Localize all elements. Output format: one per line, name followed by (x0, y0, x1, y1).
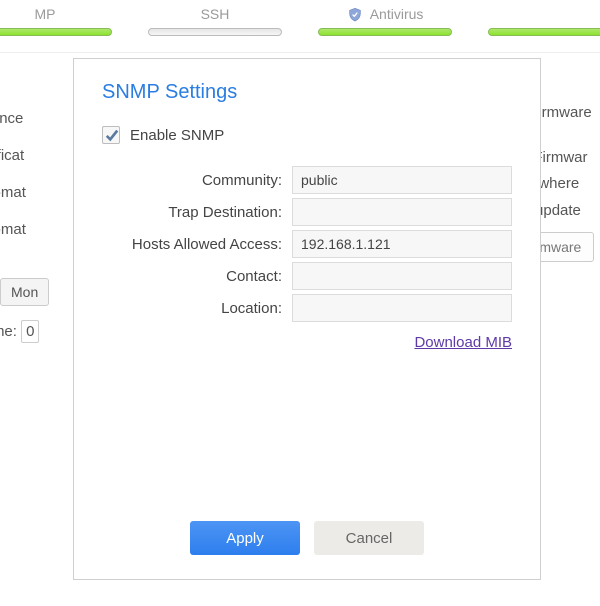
enable-snmp-label: Enable SNMP (130, 127, 224, 144)
sidebar-item[interactable]: Automat (0, 174, 80, 211)
hosts-allowed-label: Hosts Allowed Access: (102, 236, 292, 253)
tab-antivirus[interactable]: Antivirus (310, 0, 460, 50)
service-tabs: MP SSH Antivirus (0, 0, 600, 50)
community-input[interactable] (292, 166, 512, 194)
community-label: Community: (102, 172, 292, 189)
tab-snmp[interactable]: MP (0, 0, 120, 50)
sidebar-item[interactable]: Notificat (0, 137, 80, 174)
divider (0, 52, 600, 53)
time-label: Time: (0, 323, 17, 340)
time-input[interactable]: 0 (21, 320, 39, 343)
status-bar (488, 28, 600, 36)
hosts-allowed-input[interactable] (292, 230, 512, 258)
status-bar (0, 28, 112, 36)
snmp-settings-dialog: SNMP Settings Enable SNMP Community: Tra… (73, 58, 541, 580)
sidebar-partial: tenance Notificat Automat Automat (0, 100, 80, 248)
sidebar-item[interactable]: tenance (0, 100, 80, 137)
cancel-button[interactable]: Cancel (314, 521, 424, 555)
contact-label: Contact: (102, 268, 292, 285)
apply-button[interactable]: Apply (190, 521, 300, 555)
tab-ssh[interactable]: SSH (140, 0, 290, 50)
location-label: Location: (102, 300, 292, 317)
contact-input[interactable] (292, 262, 512, 290)
download-mib-link[interactable]: Download MIB (414, 334, 512, 351)
day-selector: Mon (0, 278, 49, 306)
trap-destination-label: Trap Destination: (102, 204, 292, 221)
day-pill[interactable]: Mon (0, 278, 49, 306)
check-icon (105, 128, 119, 142)
shield-icon (347, 7, 363, 23)
status-bar (148, 28, 282, 36)
dialog-title: SNMP Settings (74, 59, 540, 110)
status-bar (318, 28, 452, 36)
enable-snmp-checkbox[interactable] (102, 126, 120, 144)
tab-extra[interactable] (480, 0, 600, 50)
sidebar-item[interactable]: Automat (0, 211, 80, 248)
location-input[interactable] (292, 294, 512, 322)
trap-destination-input[interactable] (292, 198, 512, 226)
time-field: Time: 0 (0, 320, 39, 343)
tab-label: MP (35, 6, 56, 22)
tab-label: SSH (201, 6, 230, 22)
tab-label: Antivirus (370, 6, 424, 22)
